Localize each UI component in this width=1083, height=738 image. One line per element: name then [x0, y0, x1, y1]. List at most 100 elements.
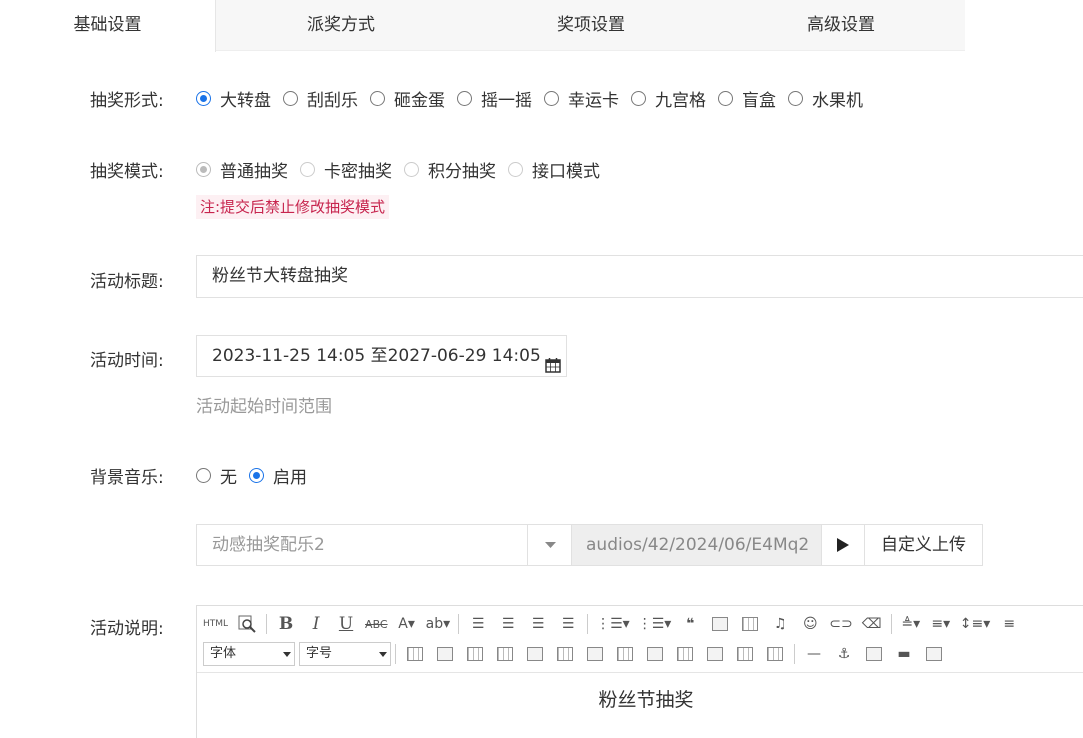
lottery-mode-radios: 普通抽奖 卡密抽奖 积分抽奖 接口模式	[196, 157, 612, 182]
link-icon[interactable]: ⊂⊃	[829, 613, 852, 635]
split-cells-icon[interactable]	[764, 643, 786, 665]
unordered-list-icon[interactable]: ⋮☰▾	[638, 613, 672, 635]
preview-icon[interactable]	[236, 613, 258, 635]
horizontal-rule-icon[interactable]: —	[803, 643, 825, 665]
chevron-down-icon[interactable]	[527, 525, 572, 565]
radio-api-mode: 接口模式	[508, 157, 600, 182]
delete-table-icon[interactable]	[434, 643, 456, 665]
tab-prize-delivery[interactable]: 派奖方式	[216, 0, 466, 51]
insert-frame-icon[interactable]	[863, 643, 885, 665]
html-source-icon[interactable]: HTML	[203, 613, 228, 635]
chevron-down-icon	[379, 652, 387, 657]
bold-icon[interactable]: B	[275, 613, 297, 635]
paragraph-spacing-top-icon[interactable]: ≜▾	[900, 613, 922, 635]
delete-col-icon[interactable]	[644, 643, 666, 665]
merge-cells-icon[interactable]	[674, 643, 696, 665]
blockquote-icon[interactable]: ❝	[679, 613, 701, 635]
radio-dot	[457, 91, 472, 106]
radio-dot	[404, 162, 419, 177]
chevron-down-icon	[283, 652, 291, 657]
radio-blind-box[interactable]: 盲盒	[718, 86, 776, 111]
ordered-list-icon[interactable]: ⋮☰▾	[596, 613, 630, 635]
radio-fruit-machine[interactable]: 水果机	[788, 86, 863, 111]
play-button[interactable]	[821, 524, 865, 566]
play-icon	[837, 538, 849, 552]
custom-upload-button[interactable]: 自定义上传	[864, 524, 983, 566]
calendar-icon	[545, 348, 561, 373]
music-path-field: audios/42/2024/06/E4Mq2	[572, 524, 821, 566]
video-icon[interactable]	[739, 613, 761, 635]
activity-time-label: 活动时间:	[90, 351, 164, 371]
insert-row-below-icon[interactable]	[524, 643, 546, 665]
insert-row-above-icon[interactable]	[494, 643, 516, 665]
music-track-select[interactable]: 动感抽奖配乐2	[196, 524, 572, 566]
font-color-icon[interactable]: A▾	[396, 613, 418, 635]
rich-text-editor: HTML B I U ABC A▾ ab▾ ☰ ☰ ☰ ☰ ⋮☰▾ ⋮☰▾ ❝ …	[196, 605, 1083, 738]
activity-time-help: 活动起始时间范围	[196, 397, 332, 417]
italic-icon[interactable]: I	[305, 613, 327, 635]
indent-icon[interactable]: ≡	[998, 613, 1020, 635]
radio-music-off[interactable]: 无	[196, 463, 237, 488]
radio-wheel[interactable]: 大转盘	[196, 86, 271, 111]
radio-dot	[718, 91, 733, 106]
music-icon[interactable]: ♫	[769, 613, 791, 635]
bg-music-radios: 无 启用	[196, 463, 319, 488]
image-icon[interactable]	[709, 613, 731, 635]
editor-content[interactable]: 粉丝节抽奖	[197, 673, 1083, 712]
tab-advanced-settings[interactable]: 高级设置	[716, 0, 966, 51]
align-left-icon[interactable]: ☰	[467, 613, 489, 635]
toolbar-row-1: HTML B I U ABC A▾ ab▾ ☰ ☰ ☰ ☰ ⋮☰▾ ⋮☰▾ ❝ …	[203, 611, 1028, 637]
activity-desc-label: 活动说明:	[90, 619, 164, 639]
highlight-icon[interactable]: ab▾	[426, 613, 451, 635]
radio-scratch[interactable]: 刮刮乐	[283, 86, 358, 111]
toolbar-divider	[395, 644, 396, 664]
radio-dot	[249, 468, 264, 483]
tab-prize-settings[interactable]: 奖项设置	[466, 0, 716, 51]
radio-shake[interactable]: 摇一摇	[457, 86, 532, 111]
activity-title-label: 活动标题:	[90, 272, 164, 292]
align-center-icon[interactable]: ☰	[497, 613, 519, 635]
paste-icon[interactable]	[923, 643, 945, 665]
insert-col-right-icon[interactable]	[614, 643, 636, 665]
insert-caption-icon[interactable]	[464, 643, 486, 665]
delete-row-icon[interactable]	[554, 643, 576, 665]
lottery-form-label: 抽奖形式:	[90, 91, 164, 111]
anchor-icon[interactable]: ⚓	[833, 643, 855, 665]
radio-dot	[300, 162, 315, 177]
eraser-icon[interactable]: ⌫	[861, 613, 883, 635]
toolbar-divider	[890, 614, 892, 634]
merge-down-icon[interactable]	[734, 643, 756, 665]
strikethrough-icon[interactable]: ABC	[365, 613, 388, 635]
emotion-icon[interactable]: ☺	[799, 613, 821, 635]
line-height-icon[interactable]: ↕≡▾	[960, 613, 991, 635]
music-track-value: 动感抽奖配乐2	[212, 535, 325, 555]
tab-bar: 基础设置 派奖方式 奖项设置 高级设置	[0, 0, 1083, 52]
radio-normal-draw: 普通抽奖	[196, 157, 288, 182]
tab-basic-settings[interactable]: 基础设置	[0, 0, 216, 52]
paragraph-spacing-bottom-icon[interactable]: ≡▾	[930, 613, 952, 635]
lottery-mode-label: 抽奖模式:	[90, 162, 164, 182]
radio-lucky-card[interactable]: 幸运卡	[544, 86, 619, 111]
font-family-select[interactable]: 字体	[203, 642, 295, 666]
insert-table-icon[interactable]	[404, 643, 426, 665]
underline-icon[interactable]: U	[335, 613, 357, 635]
align-right-icon[interactable]: ☰	[527, 613, 549, 635]
radio-dot	[196, 91, 211, 106]
lottery-mode-note: 注:提交后禁止修改抽奖模式	[196, 195, 390, 219]
radio-dot	[544, 91, 559, 106]
merge-right-icon[interactable]	[704, 643, 726, 665]
radio-golden-egg[interactable]: 砸金蛋	[370, 86, 445, 111]
radio-music-on[interactable]: 启用	[249, 463, 307, 488]
toolbar-divider	[794, 644, 795, 664]
activity-time-input[interactable]: 2023-11-25 14:05 至2027-06-29 14:05	[196, 335, 567, 377]
print-icon[interactable]: ▬	[893, 643, 915, 665]
radio-points-draw: 积分抽奖	[404, 157, 496, 182]
toolbar-divider	[266, 614, 268, 634]
font-size-select[interactable]: 字号	[299, 642, 391, 666]
radio-nine-grid[interactable]: 九宫格	[631, 86, 706, 111]
insert-col-icon[interactable]	[584, 643, 606, 665]
tab-bar-end	[965, 0, 1083, 51]
activity-title-input[interactable]: 粉丝节大转盘抽奖	[196, 255, 1083, 298]
align-justify-icon[interactable]: ☰	[557, 613, 579, 635]
activity-time-value: 2023-11-25 14:05 至2027-06-29 14:05	[212, 346, 541, 366]
